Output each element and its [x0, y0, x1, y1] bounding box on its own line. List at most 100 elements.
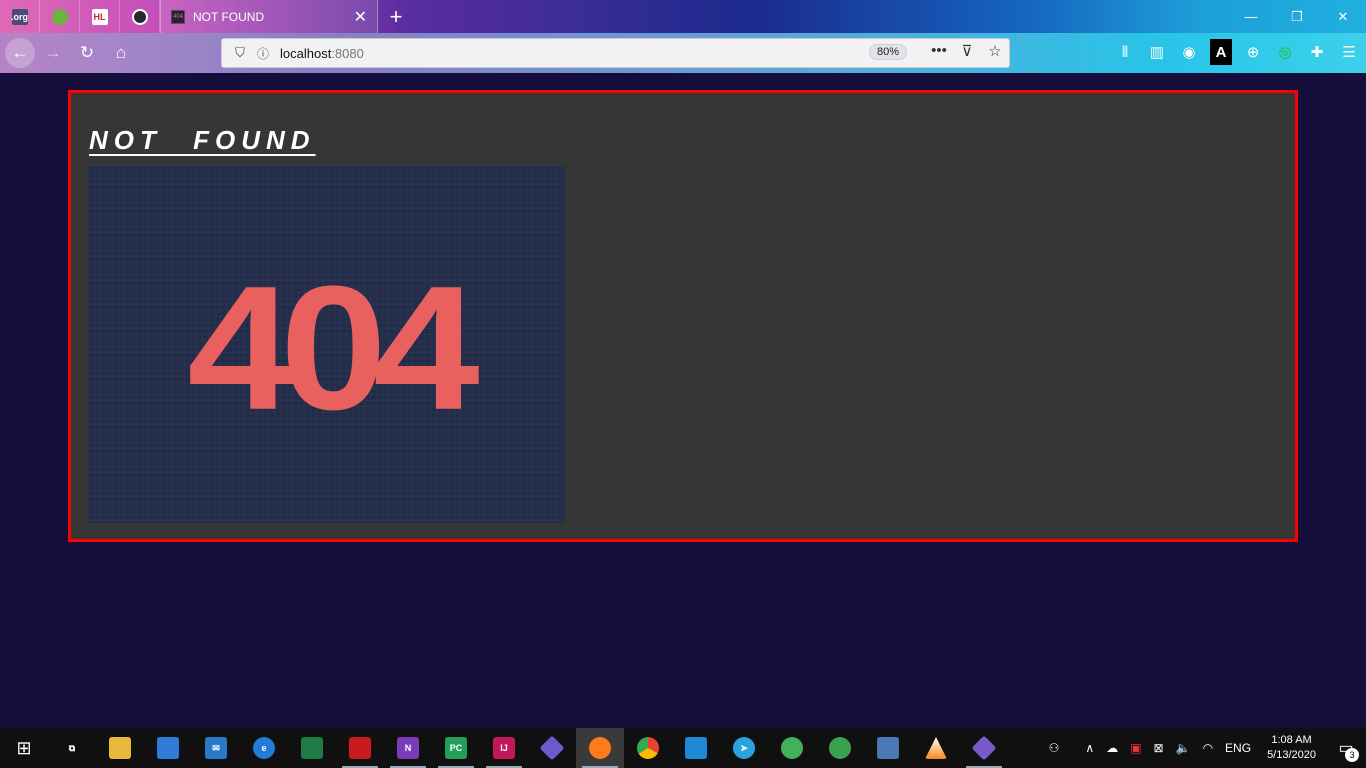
- taskbar-intellij[interactable]: IJ: [480, 728, 528, 768]
- xbox-icon: [301, 737, 323, 759]
- network-disconnected-icon[interactable]: ⊠: [1148, 741, 1170, 755]
- not-found-card: NOT FOUND 404: [68, 90, 1298, 542]
- chrome-icon: [637, 737, 659, 759]
- people-icon[interactable]: ⚇: [1043, 741, 1066, 755]
- library-icon[interactable]: ⫴: [1114, 39, 1136, 65]
- taskbar-git[interactable]: [528, 728, 576, 768]
- taskbar-onenote[interactable]: N: [384, 728, 432, 768]
- taskbar-pycharm[interactable]: PC: [432, 728, 480, 768]
- tab-title: NOT FOUND: [193, 9, 265, 24]
- acrobat-icon: [349, 737, 371, 759]
- taskbar-xbox[interactable]: [288, 728, 336, 768]
- tab-strip: .org HL 404 NOT FOUND ✕ +: [0, 0, 414, 33]
- navigation-toolbar: ← → ↻ ⌂ ⛉ ⓘ localhost:8080 80% ••• ⊽ ☆ ⫴…: [0, 33, 1366, 73]
- font-ext-icon[interactable]: A: [1210, 39, 1232, 65]
- taskbar-firefox[interactable]: [576, 728, 624, 768]
- taskbar-store[interactable]: [144, 728, 192, 768]
- address-actions: ••• ⊽ ☆: [929, 42, 1005, 60]
- onedrive-icon[interactable]: ☁: [1100, 741, 1124, 755]
- mail-icon: ✉: [205, 737, 227, 759]
- action-center-button[interactable]: ▭ 3: [1326, 728, 1366, 768]
- taskbar-file-explorer[interactable]: [96, 728, 144, 768]
- antivirus-icon[interactable]: ▣: [1124, 741, 1147, 755]
- edge-icon: e: [253, 737, 275, 759]
- menu-icon[interactable]: ☰: [1338, 39, 1360, 65]
- taskbar-acrobat[interactable]: [336, 728, 384, 768]
- system-clock[interactable]: 1:08 AM 5/13/2020: [1257, 733, 1326, 763]
- taskbar-send[interactable]: [768, 728, 816, 768]
- pocket-icon[interactable]: ⊽: [957, 42, 977, 60]
- window-controls: — ❐ ✕: [1228, 0, 1366, 33]
- spring-leaf-icon: [51, 8, 68, 25]
- bookmark-star-icon[interactable]: ☆: [985, 42, 1005, 60]
- close-window-button[interactable]: ✕: [1320, 0, 1366, 33]
- file-explorer-icon: [109, 737, 131, 759]
- url-host: localhost: [280, 45, 332, 61]
- ie-download-icon: [829, 737, 851, 759]
- postgres-icon: [877, 737, 899, 759]
- browser-titlebar: .org HL 404 NOT FOUND ✕ + — ❐ ✕: [0, 0, 1366, 33]
- hl-icon: HL: [91, 8, 108, 25]
- page-viewport: NOT FOUND 404: [0, 73, 1366, 728]
- github-icon: [131, 8, 148, 25]
- vscode-icon: [685, 737, 707, 759]
- minimize-button[interactable]: —: [1228, 0, 1274, 33]
- tracking-shield-icon[interactable]: ⛉: [228, 45, 252, 61]
- taskbar-mail[interactable]: ✉: [192, 728, 240, 768]
- back-button[interactable]: ←: [5, 38, 35, 68]
- taskbar-chrome[interactable]: [624, 728, 672, 768]
- 404-image: 404: [88, 166, 565, 523]
- tab-not-found[interactable]: 404 NOT FOUND ✕: [160, 0, 378, 33]
- git-extensions-icon: [971, 735, 997, 761]
- taskbar-git-extensions[interactable]: [960, 728, 1008, 768]
- green-ext-icon[interactable]: ◎: [1274, 39, 1296, 65]
- taskbar-telegram[interactable]: ➤: [720, 728, 768, 768]
- vpn-ext-icon[interactable]: ⊕: [1242, 39, 1264, 65]
- notification-count-badge: 3: [1345, 748, 1359, 762]
- clock-date: 5/13/2020: [1267, 749, 1316, 761]
- account-icon[interactable]: ◉: [1178, 39, 1200, 65]
- tray-chevron-icon[interactable]: ∧: [1079, 741, 1100, 755]
- sidebar-icon[interactable]: ▥: [1146, 39, 1168, 65]
- pinned-tab-2[interactable]: [40, 0, 80, 33]
- new-tab-button[interactable]: +: [378, 0, 414, 33]
- tab-close-icon[interactable]: ✕: [354, 7, 367, 27]
- extensions-icon[interactable]: ✚: [1306, 39, 1328, 65]
- taskbar-vscode[interactable]: [672, 728, 720, 768]
- taskbar-postgres[interactable]: [864, 728, 912, 768]
- language-indicator[interactable]: ENG: [1219, 741, 1257, 755]
- home-button[interactable]: ⌂: [105, 37, 137, 69]
- taskbar-vlc[interactable]: [912, 728, 960, 768]
- url-port: :8080: [331, 45, 364, 61]
- address-bar[interactable]: ⛉ ⓘ localhost:8080 80% ••• ⊽ ☆: [221, 38, 1010, 68]
- site-info-icon[interactable]: ⓘ: [252, 45, 274, 62]
- pycharm-icon: PC: [445, 737, 467, 759]
- intellij-icon: IJ: [493, 737, 515, 759]
- system-tray: ⚇ ∧ ☁ ▣ ⊠ 🔈 ◠ ENG 1:08 AM 5/13/2020 ▭ 3: [1043, 728, 1366, 768]
- send-icon: [781, 737, 803, 759]
- taskbar-download-manager[interactable]: [816, 728, 864, 768]
- pinned-tab-1[interactable]: .org: [0, 0, 40, 33]
- pinned-tab-3[interactable]: HL: [80, 0, 120, 33]
- taskbar-task-view[interactable]: ⧉: [48, 728, 96, 768]
- spring-boot-org-icon: .org: [11, 8, 28, 25]
- vlc-icon: [925, 737, 947, 759]
- page-actions-icon[interactable]: •••: [929, 42, 949, 60]
- 404-favicon: 404: [171, 9, 185, 24]
- store-icon: [157, 737, 179, 759]
- page-heading: NOT FOUND: [89, 125, 316, 155]
- zoom-indicator[interactable]: 80%: [869, 44, 908, 60]
- 404-image-text: 404: [187, 248, 479, 446]
- start-button[interactable]: ⊞: [0, 728, 48, 768]
- forward-button[interactable]: →: [37, 37, 69, 69]
- restore-button[interactable]: ❐: [1274, 0, 1320, 33]
- wifi-icon[interactable]: ◠: [1197, 741, 1219, 755]
- reload-button[interactable]: ↻: [71, 37, 103, 69]
- pinned-tab-4[interactable]: [120, 0, 160, 33]
- task-view-icon: ⧉: [68, 742, 76, 753]
- telegram-icon: ➤: [733, 737, 755, 759]
- windows-taskbar: ⊞ ⧉ ✉ e N PC IJ ➤ ⚇ ∧ ☁ ▣ ⊠ 🔈 ◠ ENG 1:08…: [0, 728, 1366, 768]
- volume-icon[interactable]: 🔈: [1170, 741, 1197, 755]
- taskbar-edge[interactable]: e: [240, 728, 288, 768]
- git-icon: [539, 735, 565, 761]
